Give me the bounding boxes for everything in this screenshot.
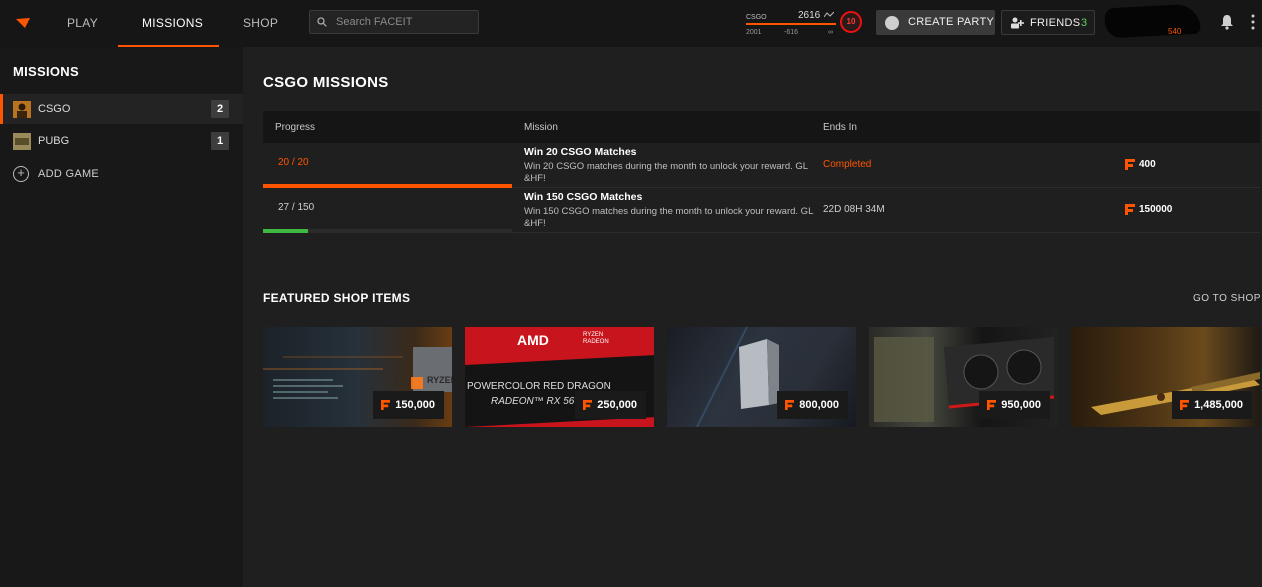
item-price: 800,000 — [799, 399, 839, 411]
elo-value: 2616 — [798, 10, 821, 21]
shop-item-card[interactable]: 800,000 — [667, 327, 856, 427]
mission-description: Win 20 CSGO matches during the month to … — [524, 161, 808, 184]
add-game-label: ADD GAME — [38, 168, 100, 180]
faceit-logo-icon[interactable] — [16, 18, 30, 28]
nav-play[interactable]: PLAY — [67, 16, 98, 30]
search-input[interactable] — [336, 14, 474, 30]
shop-item-card[interactable]: RYZEN 150,000 — [263, 327, 452, 427]
price-tag: 800,000 — [777, 391, 848, 419]
search-icon — [317, 17, 327, 27]
mission-reward-value: 150000 — [1139, 204, 1173, 215]
elo-min: 2001 — [746, 29, 762, 36]
faceit-points-icon — [987, 400, 997, 410]
sidebar-title: MISSIONS — [13, 64, 79, 79]
mission-row[interactable]: 20 / 20 Win 20 CSGO Matches Win 20 CSGO … — [263, 143, 1260, 188]
plus-circle-icon: + — [13, 166, 29, 182]
mission-progress-fill — [263, 229, 308, 233]
elo-widget[interactable]: CSGO 2616 2001 -616 ∞ — [746, 9, 838, 39]
skill-level-badge[interactable]: 10 — [840, 11, 862, 33]
price-tag: 150,000 — [373, 391, 444, 419]
go-to-shop-link[interactable]: GO TO SHOP — [1193, 293, 1261, 304]
elo-progress-bar — [746, 23, 836, 25]
mission-row[interactable]: 27 / 150 Win 150 CSGO Matches Win 150 CS… — [263, 188, 1260, 233]
item-price: 250,000 — [597, 399, 637, 411]
mission-title: Win 150 CSGO Matches — [524, 191, 643, 203]
nav-missions[interactable]: MISSIONS — [142, 16, 203, 30]
mission-description: Win 150 CSGO matches during the month to… — [524, 206, 814, 229]
mission-ends-in: 22D 08H 34M — [823, 204, 885, 215]
party-icon — [885, 16, 899, 30]
shop-item-card[interactable]: 1,485,000 — [1071, 327, 1260, 427]
cpu-artwork-label: RYZEN — [427, 375, 452, 385]
shop-item-card[interactable]: AMD RYZEN RADEON POWERCOLOR RED DRAGON R… — [465, 327, 654, 427]
mission-progress-text: 27 / 150 — [278, 202, 315, 213]
sidebar-item-label: PUBG — [38, 135, 70, 147]
shop-item-card[interactable]: 950,000 — [869, 327, 1058, 427]
bell-icon[interactable] — [1220, 14, 1234, 30]
featured-shop-title: FEATURED SHOP ITEMS — [263, 291, 411, 305]
csgo-game-icon — [13, 101, 31, 118]
sidebar-item-pubg[interactable]: PUBG 1 — [0, 126, 243, 156]
mission-reward-value: 400 — [1139, 159, 1156, 170]
pubg-game-icon — [13, 133, 31, 150]
price-tag: 950,000 — [979, 391, 1050, 419]
missions-table-header: Progress Mission Ends In — [263, 111, 1260, 143]
top-bar: PLAY MISSIONS SHOP CSGO 2616 2001 -616 ∞… — [0, 0, 1262, 47]
avatar-tag: 540 — [1168, 27, 1182, 36]
item-price: 950,000 — [1001, 399, 1041, 411]
radeon-model-text: RADEON™ RX 56 — [491, 396, 575, 407]
page-title: CSGO MISSIONS — [263, 74, 389, 91]
column-mission: Mission — [524, 122, 558, 133]
faceit-points-icon — [785, 400, 795, 410]
create-party-label: CREATE PARTY — [908, 16, 995, 28]
friends-button[interactable]: FRIENDS 3 — [1001, 10, 1095, 35]
column-progress: Progress — [275, 122, 316, 133]
friends-icon — [1011, 17, 1024, 29]
nav-shop[interactable]: SHOP — [243, 16, 278, 30]
item-price: 1,485,000 — [1194, 399, 1243, 411]
elo-trend-icon — [824, 11, 834, 18]
mission-progress-text: 20 / 20 — [278, 157, 309, 168]
price-tag: 1,485,000 — [1172, 391, 1252, 419]
mission-title: Win 20 CSGO Matches — [524, 146, 637, 158]
add-game-button[interactable]: + ADD GAME — [0, 164, 243, 186]
mission-count-badge: 2 — [211, 100, 229, 118]
search-box[interactable] — [309, 10, 479, 34]
sidebar: MISSIONS CSGO 2 PUBG 1 + ADD GAME — [0, 47, 243, 587]
elo-max: ∞ — [828, 29, 833, 36]
elo-game-label: CSGO — [746, 14, 767, 21]
ryzen-radeon-text: RYZEN RADEON — [583, 332, 609, 345]
elo-diff: -616 — [784, 29, 799, 36]
mission-ends-in: Completed — [823, 159, 872, 170]
faceit-points-icon — [1180, 400, 1190, 410]
avatar[interactable] — [1104, 3, 1201, 39]
more-menu-icon[interactable] — [1251, 14, 1255, 30]
create-party-button[interactable]: CREATE PARTY — [876, 10, 995, 35]
column-ends-in: Ends In — [823, 122, 857, 133]
faceit-points-icon — [381, 400, 391, 410]
faceit-points-icon — [1125, 204, 1135, 215]
sidebar-item-label: CSGO — [38, 103, 71, 115]
amd-brand-text: AMD — [517, 332, 549, 348]
sidebar-item-csgo[interactable]: CSGO 2 — [0, 94, 243, 124]
faceit-points-icon — [1125, 159, 1135, 170]
friends-label: FRIENDS — [1030, 17, 1081, 29]
price-tag: 250,000 — [575, 391, 646, 419]
mission-progress-bar — [263, 229, 512, 233]
mission-count-badge: 1 — [211, 132, 229, 150]
friends-count: 3 — [1081, 17, 1088, 29]
faceit-points-icon — [583, 400, 593, 410]
item-price: 150,000 — [395, 399, 435, 411]
